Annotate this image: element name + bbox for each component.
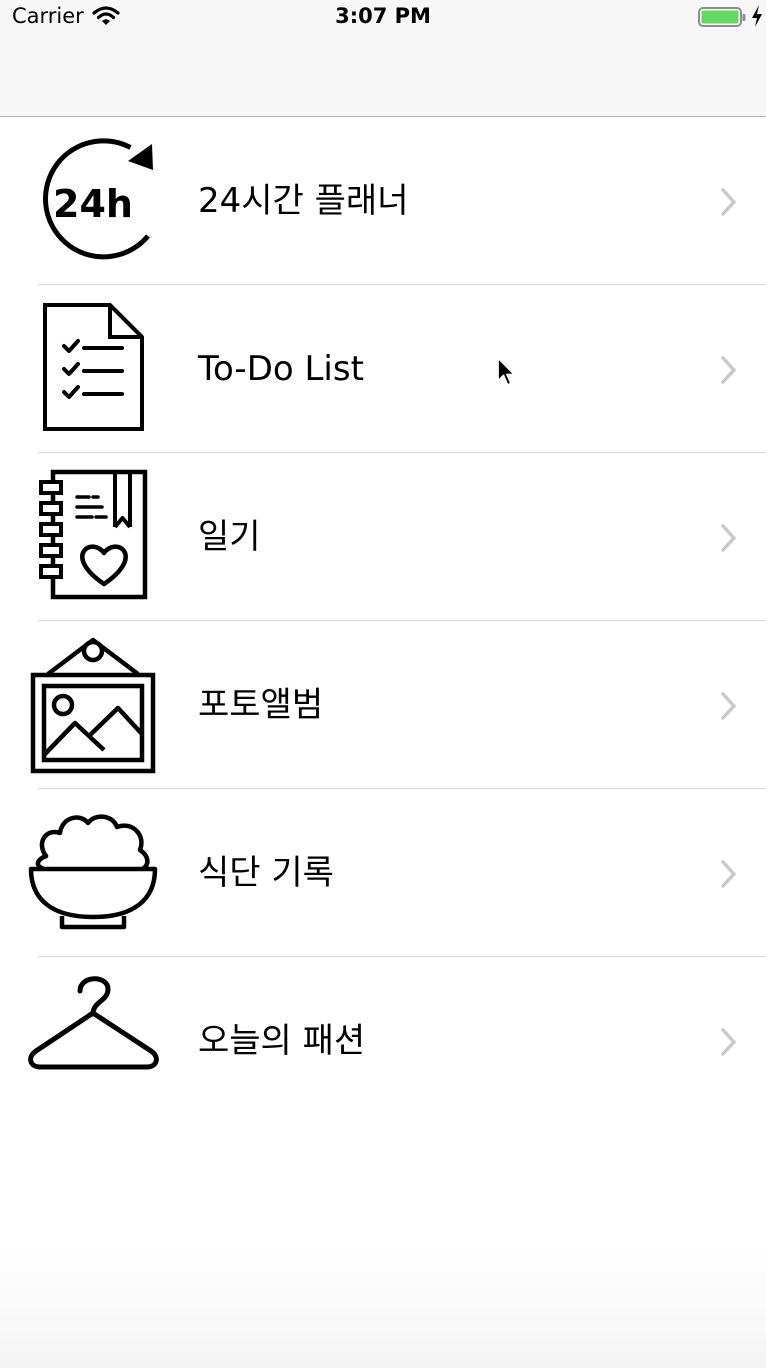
charging-bolt-icon (752, 5, 762, 27)
framed-picture-icon (22, 635, 164, 775)
menu-item-photo-album[interactable]: 포토앨범 (0, 621, 766, 789)
navigation-bar (0, 40, 766, 117)
menu-item-label: 포토앨범 (198, 685, 324, 725)
status-bar: Carrier 3:07 PM (0, 0, 766, 40)
chevron-right-icon (721, 860, 736, 888)
menu-item-label: 오늘의 패션 (198, 1021, 366, 1061)
clock-24h-icon: 24h (22, 131, 164, 271)
menu-item-meal-log[interactable]: 식단 기록 (0, 789, 766, 957)
diary-heart-icon (22, 467, 164, 607)
menu-item-label: To-Do List (198, 349, 364, 389)
chevron-right-icon (721, 692, 736, 720)
checklist-document-icon (22, 299, 164, 439)
mouse-cursor-icon (497, 357, 516, 386)
chevron-right-icon (721, 356, 736, 384)
menu-item-label: 일기 (198, 517, 261, 557)
menu-list: 24h 24시간 플래너 To-Do List 일기 포토앨범 식단 기록 오늘… (0, 117, 766, 1125)
menu-item-diary[interactable]: 일기 (0, 453, 766, 621)
rice-bowl-icon (22, 803, 164, 943)
chevron-right-icon (721, 1028, 736, 1056)
menu-item-24h-planner[interactable]: 24h 24시간 플래너 (0, 117, 766, 285)
chevron-right-icon (721, 188, 736, 216)
clothes-hanger-icon (22, 971, 164, 1111)
menu-item-label: 식단 기록 (198, 853, 334, 893)
bottom-background (0, 1248, 766, 1368)
clock-24h-text: 24h (53, 182, 133, 226)
clock-time: 3:07 PM (335, 4, 431, 28)
battery-icon (698, 7, 746, 27)
chevron-right-icon (721, 524, 736, 552)
menu-item-todo-list[interactable]: To-Do List (0, 285, 766, 453)
menu-item-label: 24시간 플래너 (198, 181, 409, 221)
menu-item-todays-fashion[interactable]: 오늘의 패션 (0, 957, 766, 1125)
